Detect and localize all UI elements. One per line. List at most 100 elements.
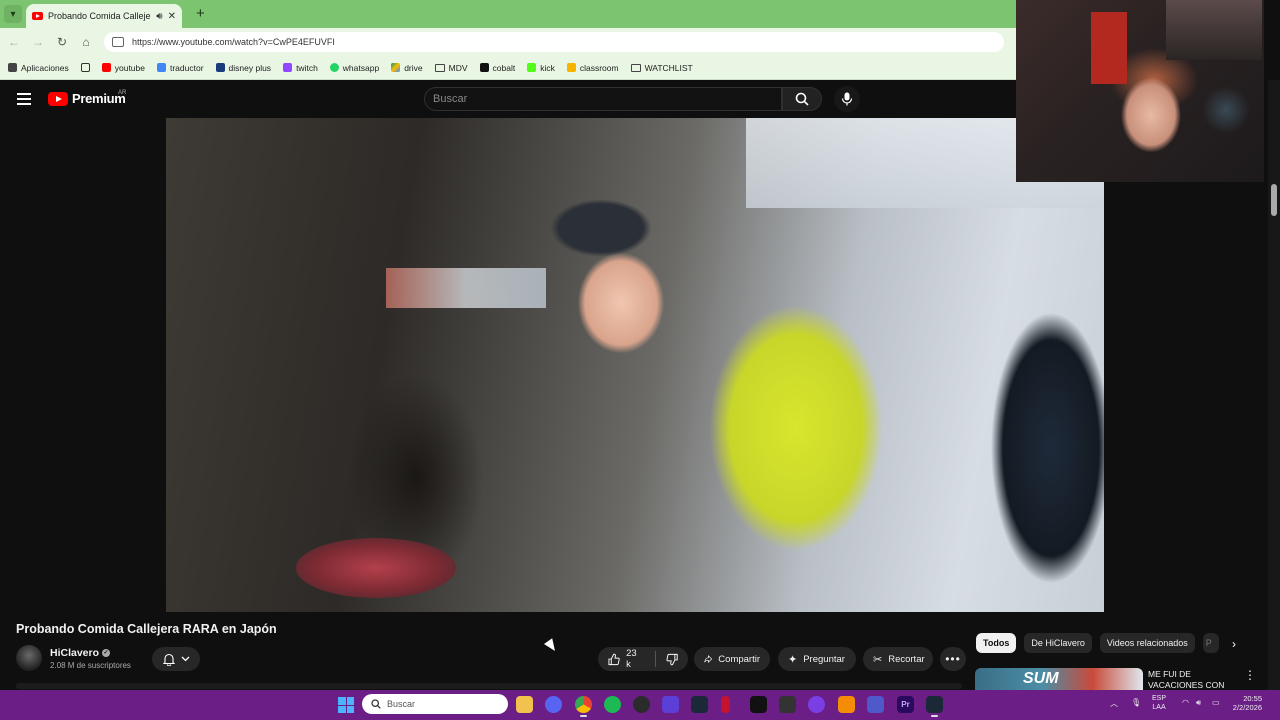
bookmark-label: Aplicaciones (21, 62, 69, 73)
bookmark-cobalt[interactable]: cobalt (479, 63, 515, 73)
disney-icon (215, 63, 225, 72)
menu-icon[interactable] (17, 93, 31, 105)
bookmark-classroom[interactable]: classroom (566, 63, 619, 73)
thumbs-up-icon[interactable] (608, 653, 620, 666)
bookmark-grid[interactable] (80, 63, 90, 72)
share-icon (704, 655, 713, 663)
bookmark-mdv[interactable]: MDV (434, 62, 468, 73)
search-input[interactable]: Buscar (424, 87, 782, 111)
channel-avatar[interactable] (16, 645, 42, 671)
browser-tab-youtube[interactable]: Probando Comida Callejera 🔊︎ ✕ (26, 4, 182, 28)
volume-icon[interactable]: 🔊︎ (1196, 698, 1201, 708)
more-actions-button[interactable]: ••• (940, 647, 966, 671)
scrollbar-thumb[interactable] (1271, 184, 1277, 216)
battery-icon[interactable]: ▭ (1212, 698, 1220, 707)
forward-icon[interactable]: → (26, 35, 50, 49)
bookmark-whatsapp[interactable]: whatsapp (329, 62, 380, 73)
translate-icon (156, 63, 166, 72)
close-tab-icon[interactable]: ✕ (168, 11, 176, 22)
windows-start-icon[interactable] (338, 697, 354, 713)
discord-icon[interactable] (545, 696, 562, 713)
tab-search-icon[interactable]: ▾ (4, 5, 22, 23)
bookmark-disney[interactable]: disney plus (215, 63, 271, 73)
like-count[interactable]: 23 k (626, 648, 643, 670)
tray-chevron-icon[interactable]: ︿ (1110, 698, 1118, 709)
chip-channel[interactable]: De HiClavero (1024, 633, 1092, 653)
tray-mic-icon[interactable]: 🎙︎ (1131, 698, 1141, 707)
notes-app-icon[interactable] (779, 696, 796, 713)
reload-icon[interactable]: ↻ (50, 35, 74, 49)
notifications-button[interactable] (152, 647, 200, 671)
thumbnail-text: SUM (1023, 670, 1059, 687)
related-video-title[interactable]: ME FUI DE VACACIONES CON (1148, 669, 1238, 690)
thumbs-down-icon[interactable] (666, 653, 678, 666)
folder-icon (434, 63, 445, 72)
address-bar[interactable]: https://www.youtube.com/watch?v=CwPE4EFU… (104, 32, 1004, 52)
bookmark-traductor[interactable]: traductor (156, 63, 204, 73)
url-text: https://www.youtube.com/watch?v=CwPE4EFU… (132, 37, 335, 47)
speaker-icon[interactable]: 🔊︎ (156, 11, 162, 22)
steam-active-icon[interactable] (926, 696, 943, 717)
subscriber-count: 2.08 M de suscriptores (50, 661, 131, 670)
wifi-icon[interactable]: ◠ (1182, 698, 1189, 707)
bookmark-label: MDV (448, 62, 468, 73)
file-explorer-icon[interactable] (516, 696, 533, 713)
chevron-down-icon (181, 656, 189, 662)
tab-title: Probando Comida Callejera (48, 11, 152, 21)
home-icon[interactable]: ⌂ (74, 35, 98, 49)
taskbar-search[interactable]: Buscar (362, 694, 508, 714)
camera-app-icon[interactable] (750, 696, 767, 713)
share-button[interactable]: Compartir (694, 647, 770, 671)
app-arrow-icon[interactable] (662, 696, 679, 713)
bookmark-apps[interactable]: Aplicaciones (8, 63, 69, 73)
chat-app-icon[interactable] (808, 696, 825, 713)
bookmark-watchlist[interactable]: WATCHLIST (630, 63, 693, 73)
search-button[interactable] (782, 87, 822, 111)
chip-partial[interactable]: P (1202, 633, 1219, 653)
obs-icon[interactable] (633, 696, 650, 713)
channel-name-link[interactable]: HiClavero ✓ (50, 647, 111, 659)
bookmark-youtube[interactable]: youtube (101, 62, 145, 73)
bookmark-label: whatsapp (342, 62, 380, 73)
teams-icon[interactable] (867, 696, 884, 713)
page-scrollbar[interactable] (1268, 80, 1280, 690)
taskbar-search-placeholder: Buscar (387, 699, 416, 709)
chrome-icon[interactable] (575, 696, 592, 717)
webcam-overlay (1016, 0, 1264, 182)
steam-icon[interactable] (691, 696, 708, 713)
clip-button[interactable]: ✂ Recortar (863, 647, 933, 671)
related-video-thumbnail[interactable]: SUM (975, 668, 1143, 690)
folder-icon (630, 63, 641, 72)
new-tab-button[interactable]: + (196, 5, 205, 22)
youtube-premium-logo[interactable]: Premium (48, 91, 126, 106)
voice-search-button[interactable] (834, 86, 860, 112)
bookmark-label: youtube (114, 62, 145, 73)
bookmark-drive[interactable]: drive (391, 63, 423, 73)
taskbar-clock[interactable]: 20:55 2/2/2026 (1228, 694, 1262, 712)
video-player[interactable] (166, 118, 1104, 612)
ask-label: Preguntar (803, 653, 845, 665)
country-code: AR (118, 90, 127, 96)
channel-name: HiClavero (50, 647, 100, 659)
red-app-icon[interactable] (721, 696, 730, 713)
video-title: Probando Comida Callejera RARA en Japón (16, 622, 277, 636)
chip-related[interactable]: Videos relacionados (1099, 633, 1195, 653)
chip-todos[interactable]: Todos (976, 633, 1017, 653)
back-icon[interactable]: ← (2, 35, 26, 49)
bookmark-kick[interactable]: kick (527, 63, 555, 73)
more-vertical-icon[interactable]: ⋮ (1244, 668, 1256, 682)
chevron-right-icon[interactable]: › (1232, 637, 1236, 651)
grid-icon (80, 63, 90, 72)
premiere-icon[interactable]: Pr (897, 696, 914, 713)
language-indicator[interactable]: ESP LAA (1152, 694, 1166, 712)
related-filter-chips: Todos De HiClavero Videos relacionados P (976, 633, 1219, 655)
fl-studio-icon[interactable] (838, 696, 855, 713)
ask-button[interactable]: ✦ Preguntar (778, 647, 856, 671)
verified-icon: ✓ (102, 649, 111, 657)
spotify-icon[interactable] (604, 696, 621, 713)
description-box-edge (16, 683, 962, 689)
kick-icon (527, 63, 537, 72)
bookmark-twitch[interactable]: twitch (283, 63, 318, 73)
site-info-icon[interactable] (112, 37, 124, 47)
screen: ▾ Probando Comida Callejera 🔊︎ ✕ + ← → ↻… (0, 0, 1280, 720)
